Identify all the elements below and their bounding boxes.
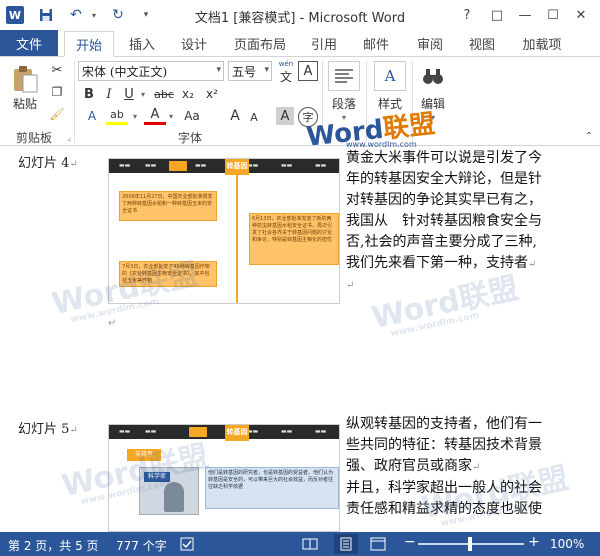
page-count[interactable]: 第 2 页，共 5 页 (8, 537, 99, 554)
tab-mailings[interactable]: 邮件 (354, 30, 398, 56)
paste-icon[interactable] (8, 63, 42, 95)
font-size-dropdown-icon[interactable]: ▾ (264, 65, 269, 75)
grow-font-button[interactable]: A (226, 107, 244, 125)
change-case-button[interactable]: Aa (180, 107, 204, 125)
slide-5-thumbnail[interactable]: ▬▬▬▬▬▬▬▬▬▬▬▬ 转基因 支持者 科学家 他们是转基因的研究者，也是转基… (108, 424, 340, 532)
tab-view[interactable]: 视图 (460, 30, 504, 56)
ribbon: 粘贴 ✂ ❐ 🖌 剪贴板 ⌟ 宋体 (中文正文) ▾ 五号 ▾ wén 文 A B … (0, 56, 600, 146)
tab-addins[interactable]: 加载项 (514, 30, 570, 56)
undo-icon[interactable]: ↶ (66, 5, 86, 25)
slide-5-header: 转基因 (225, 425, 249, 441)
slide-4-thumbnail[interactable]: ▬▬ ▬▬ ▬▬ ▬▬ ▬▬ ▬▬ 转基因 2009年11月27日，中国农业部批准颁发了两… (108, 158, 340, 304)
format-painter-icon[interactable]: 🖌 (48, 105, 66, 123)
tab-insert[interactable]: 插入 (120, 30, 164, 56)
slide-5-text-box: 他们是转基因的研究者，也是转基因的受益者。他们认为转基因是安全的，可以带来巨大的… (205, 467, 339, 509)
font-group-label: 字体 (177, 131, 202, 145)
tab-review[interactable]: 审阅 (408, 30, 452, 56)
bold-button[interactable]: B (80, 85, 98, 103)
underline-button[interactable]: U (120, 85, 138, 103)
paragraph-mark: ↵ (108, 318, 117, 329)
document-area[interactable]: 幻灯片 4↵ ▬▬ ▬▬ ▬▬ ▬▬ ▬▬ ▬▬ 转基因 2009年11月27日，中国农业… (0, 146, 600, 532)
slide-5-tag: 支持者 (127, 449, 161, 461)
tab-file[interactable]: 文件 (0, 30, 58, 56)
slide-4-paragraph[interactable]: 黄金大米事件可以说是引发了今 年的转基因安全大辩论，但是针 对转基因的争论其实早… (346, 148, 586, 296)
font-name-dropdown-icon[interactable]: ▾ (216, 65, 221, 75)
highlight-dropdown-icon[interactable]: ▾ (130, 107, 140, 125)
save-icon[interactable] (36, 5, 56, 25)
paragraph-icon[interactable] (328, 61, 360, 91)
status-bar: 第 2 页，共 5 页 777 个字 − + 100% (0, 532, 600, 556)
clipboard-group-label: 剪贴板 (15, 131, 52, 145)
slide-5-photo: 科学家 (139, 467, 199, 515)
slide-4-callout-3: 6月13日，农业部批准发放了新的两种抗虫转基因水稻安全证书，再次引发了社会各界关… (249, 213, 339, 265)
watermark-badge: Word联盟 www.wordlm.com (305, 109, 437, 153)
zoom-slider-handle[interactable] (468, 537, 472, 551)
slide-4-label: 幻灯片 4↵ (18, 156, 78, 171)
tab-references[interactable]: 引用 (302, 30, 346, 56)
word-app-icon[interactable]: W (6, 6, 24, 24)
character-shading-button[interactable]: A (276, 107, 294, 125)
web-layout-icon[interactable] (370, 537, 386, 551)
tab-design[interactable]: 设计 (172, 30, 216, 56)
text-effects-icon[interactable]: A (80, 107, 104, 125)
ribbon-tab-bar: 文件 开始 插入 设计 页面布局 引用 邮件 审阅 视图 加载项 (0, 30, 600, 57)
title-bar: W ↶ ▾ ↻ ▾ 文档1 [兼容模式] - Microsoft Word ? … (0, 0, 600, 30)
tab-page-layout[interactable]: 页面布局 (226, 30, 294, 56)
slide-5-person-label: 科学家 (144, 472, 170, 482)
read-mode-icon[interactable] (302, 537, 318, 551)
collapse-ribbon-icon[interactable]: ⌃ (582, 129, 596, 143)
character-border-icon[interactable]: A (298, 61, 318, 81)
slide-4-callout-1: 2009年11月27日，中国农业部批准颁发了两种转基因水稻和一种转基因玉米的安全… (119, 191, 217, 221)
styles-icon[interactable]: A (374, 61, 406, 91)
slide-4-header: 转基因 (225, 159, 249, 175)
watermark-url: www.wordlm.com (389, 310, 481, 340)
zoom-level[interactable]: 100% (550, 537, 584, 551)
redo-icon[interactable]: ↻ (108, 5, 128, 25)
italic-button[interactable]: I (100, 85, 118, 103)
font-size-combo[interactable]: 五号 ▾ (228, 61, 272, 81)
word-count[interactable]: 777 个字 (116, 537, 167, 554)
copy-icon[interactable]: ❐ (48, 83, 66, 101)
cut-icon[interactable]: ✂ (48, 61, 66, 79)
close-button[interactable]: ✕ (568, 4, 594, 26)
strikethrough-button[interactable]: abc (152, 85, 176, 103)
subscript-button[interactable]: x₂ (178, 85, 198, 103)
maximize-button[interactable]: ☐ (540, 4, 566, 26)
paragraph-button[interactable]: 段落 (326, 95, 362, 111)
font-color-button[interactable]: A (144, 107, 166, 125)
font-size-value: 五号 (232, 64, 257, 79)
paste-button[interactable]: 粘贴 (8, 95, 42, 111)
slide-5-label: 幻灯片 5↵ (18, 422, 78, 437)
customize-quick-access-icon[interactable]: ▾ (138, 5, 154, 25)
help-button[interactable]: ? (454, 4, 480, 26)
slide-4-callout-2: 7月3日，农业部批复了49种转基因作物的《农业转基因生物安全证书》，其中包括玉米… (119, 261, 217, 287)
zoom-out-button[interactable]: − (404, 534, 416, 550)
font-color-dropdown-icon[interactable]: ▾ (166, 107, 176, 125)
slide-5-paragraph[interactable]: 纵观转基因的支持者，他们有一 些共同的特征：转基因技术背景 强、政府官员或商家↵… (346, 414, 586, 520)
zoom-in-button[interactable]: + (528, 534, 540, 550)
superscript-button[interactable]: x² (202, 85, 222, 103)
shrink-font-button[interactable]: A (246, 109, 262, 125)
font-name-combo[interactable]: 宋体 (中文正文) ▾ (78, 61, 224, 81)
undo-dropdown-icon[interactable]: ▾ (88, 5, 100, 25)
tab-home[interactable]: 开始 (64, 31, 114, 57)
minimize-button[interactable]: — (512, 4, 538, 26)
proofing-icon[interactable] (180, 537, 194, 551)
ribbon-display-options-button[interactable]: □ (484, 4, 510, 26)
print-layout-icon[interactable] (334, 534, 358, 554)
binoculars-icon[interactable] (418, 61, 448, 91)
highlight-button[interactable]: ab (106, 107, 128, 125)
font-name-value: 宋体 (中文正文) (82, 64, 168, 79)
phonetic-guide-icon[interactable]: 文 (276, 69, 296, 84)
clipboard-launcher-icon[interactable]: ⌟ (64, 131, 74, 143)
underline-dropdown-icon[interactable]: ▾ (138, 85, 148, 103)
